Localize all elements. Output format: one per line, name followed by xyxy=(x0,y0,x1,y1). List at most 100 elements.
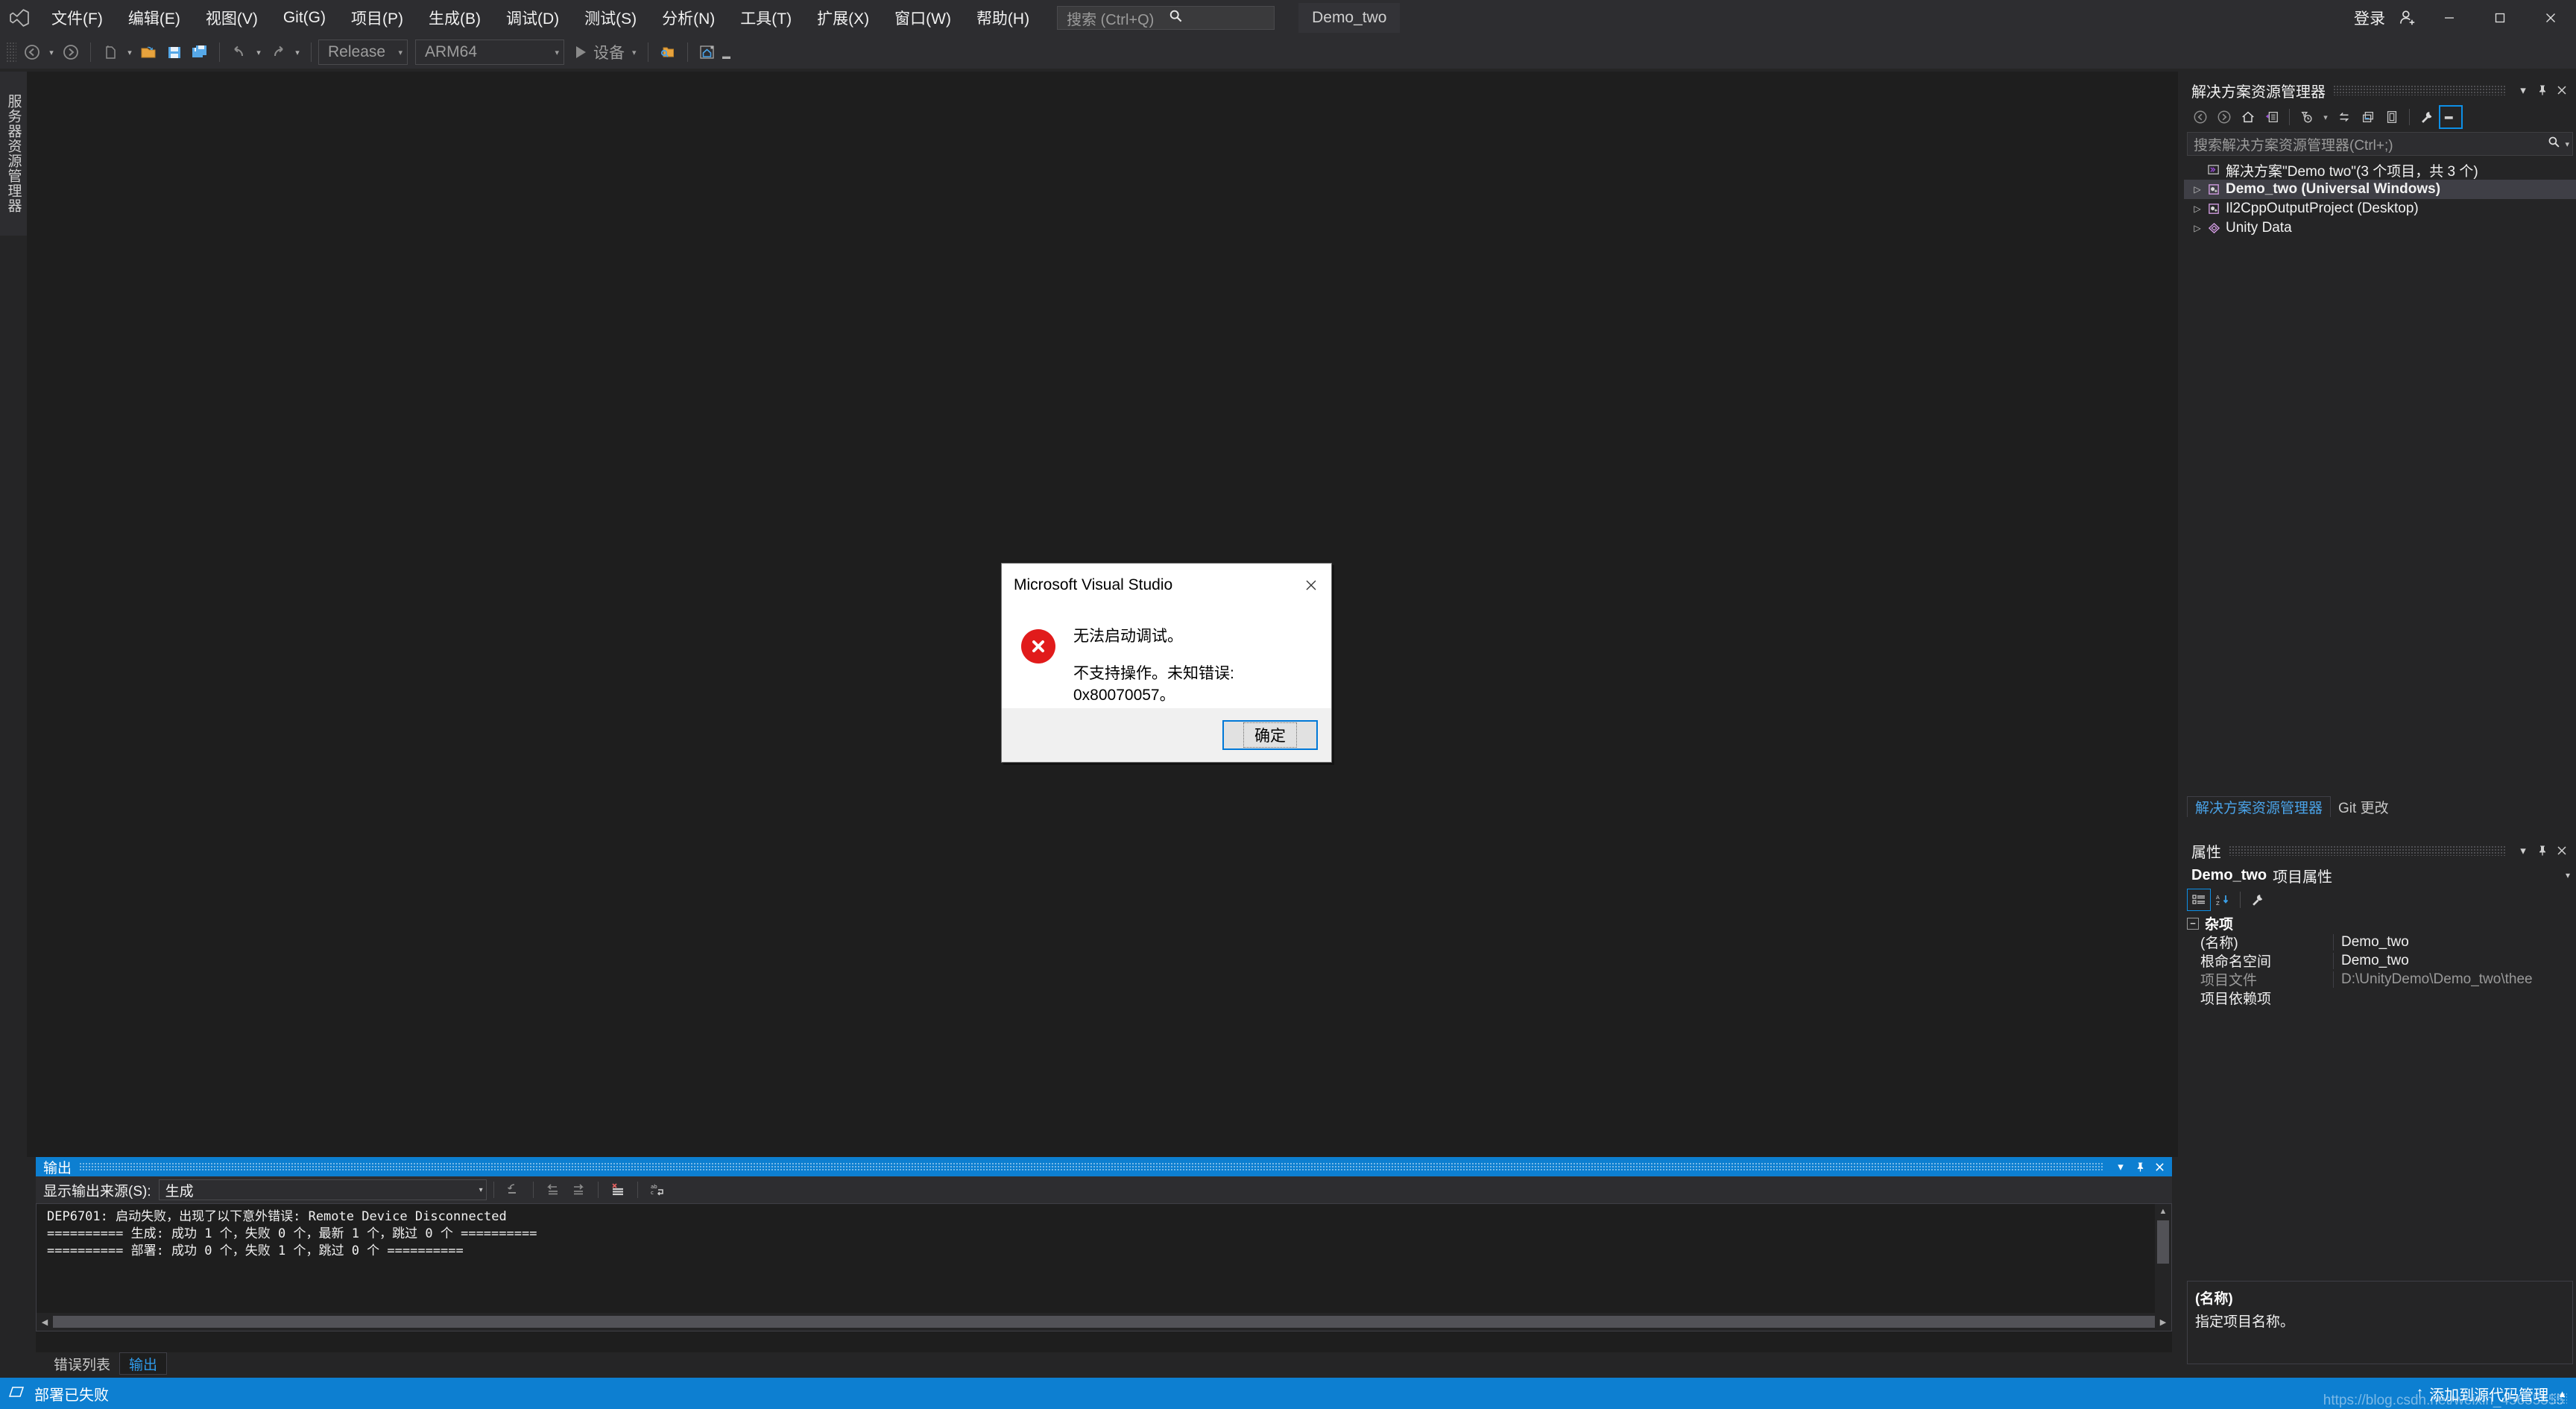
menu-analyze[interactable]: 分析(N) xyxy=(649,0,727,36)
chevron-down-icon[interactable]: ▾ xyxy=(2566,870,2570,880)
scrollbar-thumb[interactable] xyxy=(53,1316,2155,1328)
menu-project[interactable]: 项目(P) xyxy=(338,0,416,36)
menu-help[interactable]: 帮助(H) xyxy=(964,0,1042,36)
categorized-view-icon[interactable] xyxy=(2187,889,2211,911)
panel-menu-chevron-icon[interactable]: ▾ xyxy=(2513,81,2533,100)
filter-dropdown-icon[interactable]: ▾ xyxy=(2319,104,2332,130)
properties-wrench-icon[interactable] xyxy=(2415,105,2439,129)
search-folder-icon[interactable] xyxy=(655,39,681,66)
server-explorer-tab[interactable]: 服务器资源管理器 xyxy=(0,72,27,236)
maximize-button[interactable] xyxy=(2475,0,2525,36)
scroll-right-arrow-icon[interactable]: ▶ xyxy=(2155,1317,2171,1327)
tab-error-list[interactable]: 错误列表 xyxy=(45,1352,119,1375)
property-pages-wrench-icon[interactable] xyxy=(2246,889,2270,911)
menu-window[interactable]: 窗口(W) xyxy=(882,0,964,36)
close-button[interactable] xyxy=(2525,0,2576,36)
output-source-combo[interactable]: 生成 ▾ xyxy=(158,1179,487,1200)
pin-icon[interactable] xyxy=(2533,81,2552,100)
sync-with-active-document-icon[interactable] xyxy=(2332,105,2356,129)
menu-git[interactable]: Git(G) xyxy=(271,0,338,36)
redo-icon[interactable] xyxy=(265,39,291,66)
new-file-icon[interactable] xyxy=(98,39,123,66)
pending-changes-filter-icon[interactable] xyxy=(2295,105,2319,129)
menu-tools[interactable]: 工具(T) xyxy=(727,0,804,36)
navigate-forward-icon[interactable] xyxy=(58,39,83,66)
tree-item-demo-two[interactable]: ▷ Demo_two (Universal Windows) xyxy=(2184,180,2576,199)
menu-debug[interactable]: 调试(D) xyxy=(493,0,572,36)
forward-icon[interactable] xyxy=(2212,105,2236,129)
show-properties-toggle[interactable] xyxy=(2439,105,2463,129)
collapse-minus-icon[interactable]: − xyxy=(2187,917,2199,930)
dialog-close-button[interactable] xyxy=(1291,567,1331,604)
panel-menu-chevron-icon[interactable]: ▾ xyxy=(2111,1158,2130,1176)
status-resize-grip[interactable] xyxy=(2551,1392,2567,1405)
pin-icon[interactable] xyxy=(2533,841,2552,860)
tree-item-il2cpp-output-project[interactable]: ▷ Il2CppOutputProject (Desktop) xyxy=(2184,199,2576,218)
expand-triangle-icon[interactable]: ▷ xyxy=(2190,184,2205,195)
undo-icon[interactable] xyxy=(227,39,252,66)
scroll-up-arrow-icon[interactable]: ▲ xyxy=(2159,1204,2168,1219)
save-icon[interactable] xyxy=(162,39,187,66)
property-row-name[interactable]: (名称) Demo_two xyxy=(2184,933,2576,951)
next-message-icon[interactable] xyxy=(566,1178,591,1202)
scrollbar-track[interactable] xyxy=(53,1316,2155,1328)
property-value[interactable]: Demo_two xyxy=(2333,933,2576,951)
navigate-backward-icon[interactable] xyxy=(19,39,45,66)
platform-combo[interactable]: ARM64 ▾ xyxy=(415,40,564,65)
navigate-backward-dropdown-icon[interactable]: ▾ xyxy=(45,39,58,66)
output-text-area[interactable]: DEP6701: 启动失败，出现了以下意外错误: Remote Device D… xyxy=(36,1203,2172,1331)
collapse-all-icon[interactable] xyxy=(2356,105,2380,129)
solution-explorer-search-input[interactable]: 搜索解决方案资源管理器(Ctrl+;) ▾ xyxy=(2187,132,2573,156)
home-live-share-icon[interactable] xyxy=(695,39,720,66)
menu-file[interactable]: 文件(F) xyxy=(39,0,116,36)
home-icon[interactable] xyxy=(2236,105,2260,129)
menu-test[interactable]: 测试(S) xyxy=(572,0,649,36)
property-row-root-namespace[interactable]: 根命名空间 Demo_two xyxy=(2184,951,2576,970)
property-row-project-dependencies[interactable]: 项目依赖项 xyxy=(2184,989,2576,1007)
output-horizontal-scrollbar[interactable]: ◀ ▶ xyxy=(37,1313,2171,1331)
toolbar-overflow-icon[interactable]: ▬ xyxy=(720,39,733,66)
sign-in-label[interactable]: 登录 xyxy=(2348,7,2391,29)
close-icon[interactable] xyxy=(2150,1158,2169,1176)
menu-extensions[interactable]: 扩展(X) xyxy=(804,0,882,36)
minimize-button[interactable] xyxy=(2424,0,2475,36)
properties-window-icon[interactable] xyxy=(2380,105,2404,129)
previous-message-icon[interactable] xyxy=(540,1178,566,1202)
pin-icon[interactable] xyxy=(2130,1158,2150,1176)
undo-dropdown-icon[interactable]: ▾ xyxy=(252,39,265,66)
tab-solution-explorer[interactable]: 解决方案资源管理器 xyxy=(2187,796,2332,817)
save-all-icon[interactable] xyxy=(187,39,212,66)
expand-triangle-icon[interactable]: ▷ xyxy=(2190,223,2205,233)
output-vertical-scrollbar[interactable]: ▲ ▼ xyxy=(2155,1204,2171,1331)
open-file-icon[interactable] xyxy=(136,39,162,66)
quick-search-input[interactable]: 搜索 (Ctrl+Q) xyxy=(1057,6,1275,30)
toolbar-grip[interactable] xyxy=(6,42,16,63)
close-icon[interactable] xyxy=(2552,81,2572,100)
search-dropdown-icon[interactable]: ▾ xyxy=(2565,139,2569,149)
tab-output[interactable]: 输出 xyxy=(119,1352,168,1375)
expand-triangle-icon[interactable]: ▷ xyxy=(2190,204,2205,214)
menu-edit[interactable]: 编辑(E) xyxy=(116,0,193,36)
add-to-source-control-button[interactable]: ↑ 添加到源代码管理 ▲ xyxy=(2416,1383,2567,1405)
scrollbar-thumb[interactable] xyxy=(2157,1220,2169,1264)
clear-all-icon[interactable] xyxy=(605,1178,631,1202)
tree-item-unity-data[interactable]: ▷ Unity Data xyxy=(2184,218,2576,238)
start-debugging-button[interactable]: 设备 ▾ xyxy=(572,39,641,66)
alphabetical-sort-icon[interactable]: AZ xyxy=(2211,889,2235,911)
toggle-word-wrap-icon[interactable]: ab c xyxy=(645,1178,670,1202)
property-value[interactable]: Demo_two xyxy=(2333,952,2576,969)
tab-git-changes[interactable]: Git 更改 xyxy=(2331,796,2396,817)
redo-dropdown-icon[interactable]: ▾ xyxy=(291,39,304,66)
solution-name-chip[interactable]: Demo_two xyxy=(1298,3,1401,33)
panel-menu-chevron-icon[interactable]: ▾ xyxy=(2513,841,2533,860)
show-all-files-icon[interactable] xyxy=(2260,105,2284,129)
scroll-left-arrow-icon[interactable]: ◀ xyxy=(37,1317,53,1327)
new-file-dropdown-icon[interactable]: ▾ xyxy=(123,39,136,66)
add-account-icon[interactable] xyxy=(2391,0,2424,36)
back-icon[interactable] xyxy=(2188,105,2212,129)
properties-object-selector[interactable]: Demo_two 项目属性 ▾ xyxy=(2184,863,2576,887)
tree-item-solution[interactable]: 解决方案"Demo two"(3 个项目，共 3 个) xyxy=(2184,160,2576,180)
configuration-combo[interactable]: Release ▾ xyxy=(318,40,408,65)
menu-view[interactable]: 视图(V) xyxy=(193,0,271,36)
properties-category-row[interactable]: − 杂项 xyxy=(2184,914,2576,933)
